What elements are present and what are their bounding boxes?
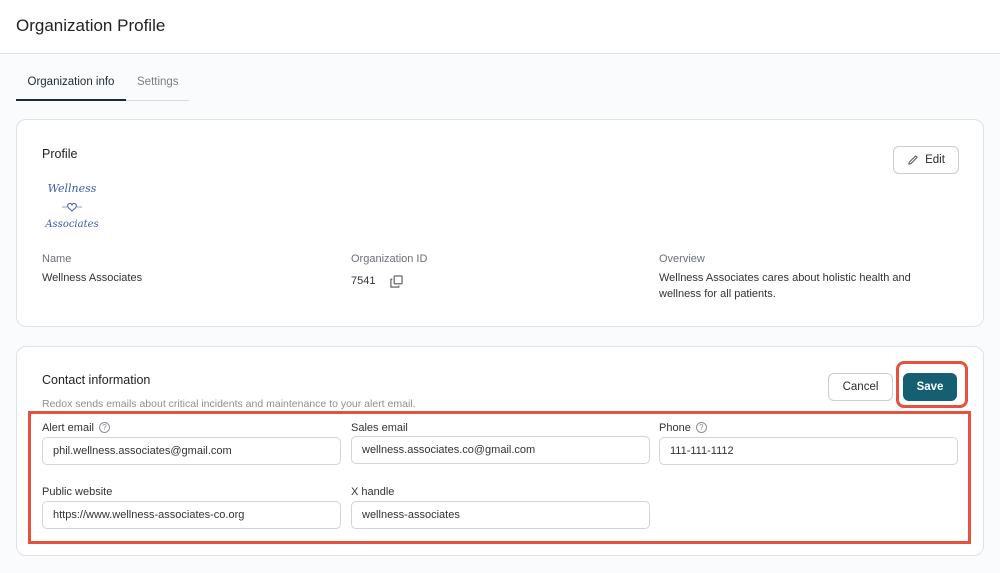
save-button-highlight — [896, 361, 968, 408]
tab-organization-info[interactable]: Organization info — [16, 76, 126, 101]
contact-title: Contact information — [42, 373, 151, 387]
organization-logo: Wellness Associates — [44, 182, 98, 230]
pencil-icon — [908, 155, 918, 165]
copy-icon[interactable] — [390, 275, 403, 288]
fields-highlight — [28, 411, 971, 544]
logo-text-line2: Associates — [44, 219, 98, 230]
overview-value: Wellness Associates cares about holistic… — [659, 272, 911, 300]
name-value: Wellness Associates — [42, 272, 143, 284]
profile-card: Profile Edit Wellness Associates Name We… — [16, 119, 984, 327]
tab-settings[interactable]: Settings — [137, 76, 179, 88]
organization-id-label: Organization ID — [351, 253, 428, 265]
edit-button[interactable]: Edit — [893, 146, 959, 174]
page-title: Organization Profile — [16, 16, 166, 35]
main-content: Organization info Settings Profile Edit … — [0, 55, 1000, 573]
heart-icon — [67, 202, 77, 212]
organization-id-value: 7541 — [351, 275, 376, 287]
edit-button-label: Edit — [925, 154, 945, 166]
cancel-button[interactable]: Cancel — [828, 373, 893, 401]
page-header: Organization Profile — [0, 0, 1000, 54]
logo-text-line1: Wellness — [48, 182, 97, 195]
contact-card: Contact information Redox sends emails a… — [16, 346, 984, 556]
name-label: Name — [42, 253, 72, 265]
overview-label: Overview — [659, 253, 705, 265]
contact-subtitle: Redox sends emails about critical incide… — [42, 398, 416, 410]
profile-title: Profile — [42, 147, 78, 161]
tab-bar: Organization info Settings — [16, 73, 189, 101]
